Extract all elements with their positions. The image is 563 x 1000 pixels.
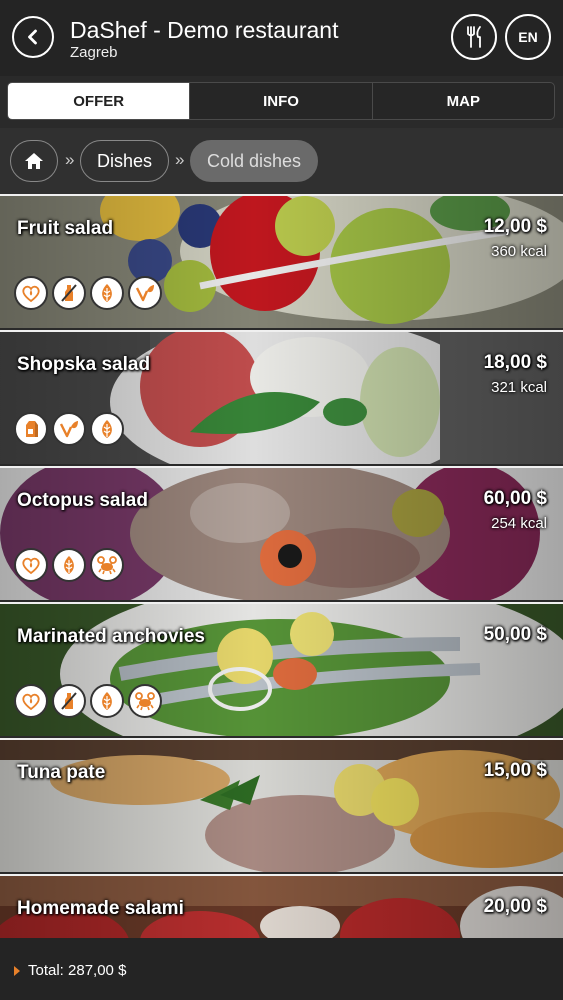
dish-item-fruit-salad[interactable]: Fruit salad 12,00 $ 360 kcal [0,194,563,328]
menu-button[interactable] [451,14,497,60]
tab-map[interactable]: MAP [371,83,554,119]
language-label: EN [518,29,538,45]
breadcrumb-dishes[interactable]: Dishes [80,140,169,182]
milk-carton-icon [14,412,48,446]
breadcrumb-home[interactable] [10,140,58,182]
dish-item-homemade-salami[interactable]: Homemade salami 20,00 $ [0,874,563,938]
dish-calories: 254 kcal [491,515,547,532]
leaf-icon [90,412,124,446]
crab-icon [128,684,162,718]
v-leaf-icon [52,412,86,446]
fork-knife-icon [467,26,481,48]
dish-price: 20,00 $ [483,896,547,917]
tab-info[interactable]: INFO [189,83,371,119]
leaf-icon [90,276,124,310]
heart-drop-icon [14,548,48,582]
allergen-icons [14,548,124,582]
order-total-label: Total: 287,00 $ [28,962,127,979]
dish-name: Marinated anchovies [17,626,205,647]
v-leaf-icon [128,276,162,310]
breadcrumb-separator: » [65,150,75,169]
dish-list: Fruit salad 12,00 $ 360 kcal Shopska sal… [0,194,563,938]
allergen-icons [14,276,162,310]
language-button[interactable]: EN [505,14,551,60]
back-button[interactable] [12,16,54,58]
dish-item-tuna-pate[interactable]: Tuna pate 15,00 $ [0,738,563,872]
chevron-left-icon [28,29,37,45]
tab-bar: OFFER INFO MAP [7,82,555,120]
breadcrumb: » Dishes » Cold dishes [0,128,563,194]
dish-name: Tuna pate [17,762,106,783]
breadcrumb-separator: » [175,150,185,169]
breadcrumb-cold-dishes[interactable]: Cold dishes [190,140,318,182]
dish-name: Shopska salad [17,354,151,375]
dish-price: 18,00 $ [483,352,547,373]
app-header: DaShef - Demo restaurant Zagreb EN [0,0,563,76]
expand-triangle-icon [14,965,20,976]
dish-item-shopska-salad[interactable]: Shopska salad 18,00 $ 321 kcal [0,330,563,464]
allergen-icons [14,684,162,718]
leaf-icon [90,684,124,718]
order-footer[interactable]: Total: 287,00 $ [0,938,563,1000]
dish-calories: 321 kcal [491,379,547,396]
leaf-icon [52,548,86,582]
bottle-icon [52,684,86,718]
dish-calories: 360 kcal [491,243,547,260]
dish-item-marinated-anchovies[interactable]: Marinated anchovies 50,00 $ [0,602,563,736]
dish-name: Octopus salad [17,490,148,511]
bottle-icon [52,276,86,310]
restaurant-title: DaShef - Demo restaurant [70,17,339,43]
dish-name: Homemade salami [17,898,184,919]
restaurant-city: Zagreb [70,44,118,61]
dish-item-octopus-salad[interactable]: Octopus salad 60,00 $ 254 kcal [0,466,563,600]
photo-overlay [0,740,563,872]
tab-offer[interactable]: OFFER [8,83,190,119]
dish-price: 60,00 $ [483,488,547,509]
allergen-icons [14,412,124,446]
dish-price: 50,00 $ [483,624,547,645]
order-total[interactable]: Total: 287,00 $ [14,962,126,979]
dish-name: Fruit salad [17,218,114,239]
dish-price: 12,00 $ [483,216,547,237]
heart-drop-icon [14,684,48,718]
crab-icon [90,548,124,582]
home-icon [25,153,43,169]
dish-price: 15,00 $ [483,760,547,781]
heart-drop-icon [14,276,48,310]
